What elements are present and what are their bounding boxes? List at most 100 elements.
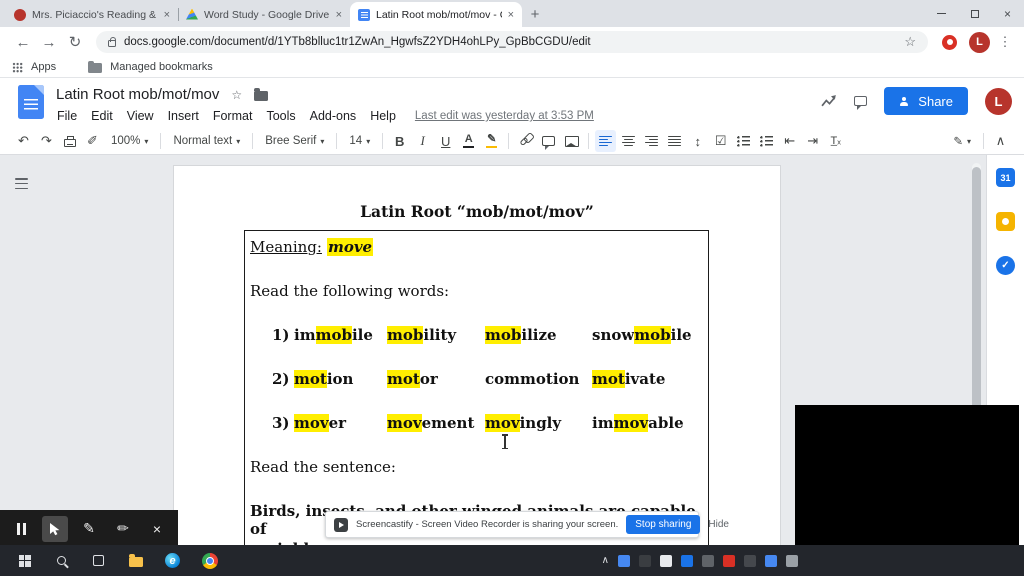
- marker-tool-icon[interactable]: ✏: [110, 516, 136, 542]
- meaning-line[interactable]: Meaning:move: [250, 238, 700, 256]
- text-color-icon[interactable]: A: [458, 130, 479, 152]
- chrome-icon[interactable]: [191, 545, 228, 576]
- window-minimize-button[interactable]: [925, 0, 958, 27]
- align-left-icon[interactable]: [595, 130, 616, 152]
- apps-label[interactable]: Apps: [31, 61, 56, 73]
- bold-icon[interactable]: B: [389, 130, 410, 152]
- tray-icon-3[interactable]: [660, 555, 672, 567]
- browser-tab-3-active[interactable]: Latin Root mob/mot/mov - Goo ×: [350, 2, 522, 27]
- menu-file[interactable]: File: [50, 107, 84, 125]
- keep-icon[interactable]: [996, 212, 1015, 231]
- select-tool-icon[interactable]: [42, 516, 68, 542]
- new-tab-button[interactable]: +: [522, 2, 548, 27]
- checklist-icon[interactable]: ☑: [710, 130, 731, 152]
- collapse-menus-icon[interactable]: ∧: [990, 130, 1011, 152]
- share-button[interactable]: Share: [884, 87, 968, 115]
- clear-formatting-icon[interactable]: T̲ₓ: [825, 130, 846, 152]
- add-comment-icon[interactable]: [538, 130, 559, 152]
- zoom-select[interactable]: 100%▾: [105, 130, 154, 152]
- tray-expand-icon[interactable]: ∧: [602, 555, 609, 566]
- window-maximize-button[interactable]: [958, 0, 991, 27]
- insert-image-icon[interactable]: [561, 130, 582, 152]
- menu-addons[interactable]: Add-ons: [303, 107, 364, 125]
- align-justify-icon[interactable]: [664, 130, 685, 152]
- bookmark-star-icon[interactable]: ☆: [904, 34, 916, 50]
- tray-icon-7[interactable]: [744, 555, 756, 567]
- font-select[interactable]: Bree Serif▾: [259, 130, 330, 152]
- managed-bookmarks-label[interactable]: Managed bookmarks: [110, 61, 213, 73]
- menu-format[interactable]: Format: [206, 107, 260, 125]
- numbered-list-icon[interactable]: [756, 130, 777, 152]
- bookmarks-folder-icon[interactable]: [88, 63, 102, 73]
- font-size-select[interactable]: 14▾: [343, 130, 376, 152]
- account-avatar[interactable]: L: [985, 88, 1012, 115]
- menu-tools[interactable]: Tools: [259, 107, 302, 125]
- url-text[interactable]: docs.google.com/document/d/1YTb8blluc1tr…: [124, 36, 896, 48]
- sentence-line-2[interactable]: aerial loc: [250, 538, 700, 545]
- print-icon[interactable]: [59, 130, 80, 152]
- calendar-icon[interactable]: 31: [996, 168, 1015, 187]
- insert-link-icon[interactable]: [515, 130, 536, 152]
- paint-format-icon[interactable]: ✐: [82, 130, 103, 152]
- browser-menu-icon[interactable]: ⋮: [996, 34, 1014, 50]
- increase-indent-icon[interactable]: ⇥: [802, 130, 823, 152]
- redo-icon[interactable]: ↷: [36, 130, 57, 152]
- star-document-icon[interactable]: ☆: [231, 88, 242, 102]
- tasks-icon[interactable]: ✓: [996, 256, 1015, 275]
- tray-icon-1[interactable]: [618, 555, 630, 567]
- task-view-icon[interactable]: [80, 545, 117, 576]
- reload-icon[interactable]: ↻: [62, 29, 88, 55]
- forward-icon[interactable]: →: [36, 29, 62, 55]
- word-row-3[interactable]: 3) mover movement movingly immovable: [250, 414, 700, 432]
- underline-icon[interactable]: U: [435, 130, 456, 152]
- bulleted-list-icon[interactable]: [733, 130, 754, 152]
- extension-icon[interactable]: [942, 35, 957, 50]
- undo-icon[interactable]: ↶: [13, 130, 34, 152]
- editing-mode-select[interactable]: ✎▾: [947, 130, 977, 152]
- tab-close-icon[interactable]: ×: [164, 9, 170, 21]
- browser-tab-1[interactable]: Mrs. Piciaccio's Reading & Langua ×: [6, 2, 178, 27]
- last-edit-link[interactable]: Last edit was yesterday at 3:53 PM: [415, 110, 594, 122]
- document-page[interactable]: Latin Root “mob/mot/mov” Meaning:move Re…: [173, 165, 781, 545]
- pause-recording-icon[interactable]: [8, 516, 34, 542]
- tray-icon-6[interactable]: [723, 555, 735, 567]
- tray-icon-2[interactable]: [639, 555, 651, 567]
- line-spacing-icon[interactable]: ↕: [687, 130, 708, 152]
- read-sentence-line[interactable]: Read the sentence:: [250, 458, 700, 476]
- tray-icon-9[interactable]: [786, 555, 798, 567]
- tab-close-icon[interactable]: ×: [336, 9, 342, 21]
- pen-tool-icon[interactable]: ✎: [76, 516, 102, 542]
- menu-help[interactable]: Help: [363, 107, 403, 125]
- align-center-icon[interactable]: [618, 130, 639, 152]
- back-icon[interactable]: ←: [10, 29, 36, 55]
- docs-logo-icon[interactable]: [18, 85, 44, 119]
- tray-icon-4[interactable]: [681, 555, 693, 567]
- styles-select[interactable]: Normal text▾: [167, 130, 246, 152]
- comment-history-icon[interactable]: [854, 96, 867, 106]
- scrollbar-thumb[interactable]: [972, 167, 981, 425]
- search-icon[interactable]: [43, 545, 80, 576]
- word-row-1[interactable]: 1) immobile mobility mobilize snowmobile: [250, 326, 700, 344]
- activity-dashboard-icon[interactable]: [821, 94, 837, 108]
- window-close-button[interactable]: ×: [991, 0, 1024, 27]
- word-row-2[interactable]: 2) motion motor commotion motivate: [250, 370, 700, 388]
- tray-icon-5[interactable]: [702, 555, 714, 567]
- show-outline-icon[interactable]: [13, 175, 30, 192]
- move-to-folder-icon[interactable]: [254, 91, 268, 101]
- hide-share-bar-link[interactable]: Hide: [708, 519, 729, 530]
- doc-title-line[interactable]: Latin Root “mob/mot/mov”: [174, 202, 780, 221]
- start-button[interactable]: [6, 545, 43, 576]
- tab-close-icon[interactable]: ×: [508, 9, 514, 21]
- menu-view[interactable]: View: [120, 107, 161, 125]
- close-toolbar-icon[interactable]: ×: [144, 516, 170, 542]
- omnibox[interactable]: docs.google.com/document/d/1YTb8blluc1tr…: [96, 31, 928, 53]
- menu-edit[interactable]: Edit: [84, 107, 120, 125]
- tray-icon-8[interactable]: [765, 555, 777, 567]
- italic-icon[interactable]: I: [412, 130, 433, 152]
- highlight-color-icon[interactable]: ✎: [481, 130, 502, 152]
- document-title[interactable]: Latin Root mob/mot/mov: [56, 86, 219, 103]
- apps-grid-icon[interactable]: [12, 62, 23, 73]
- read-words-line[interactable]: Read the following words:: [250, 282, 700, 300]
- browser-avatar[interactable]: L: [969, 32, 990, 53]
- menu-insert[interactable]: Insert: [161, 107, 206, 125]
